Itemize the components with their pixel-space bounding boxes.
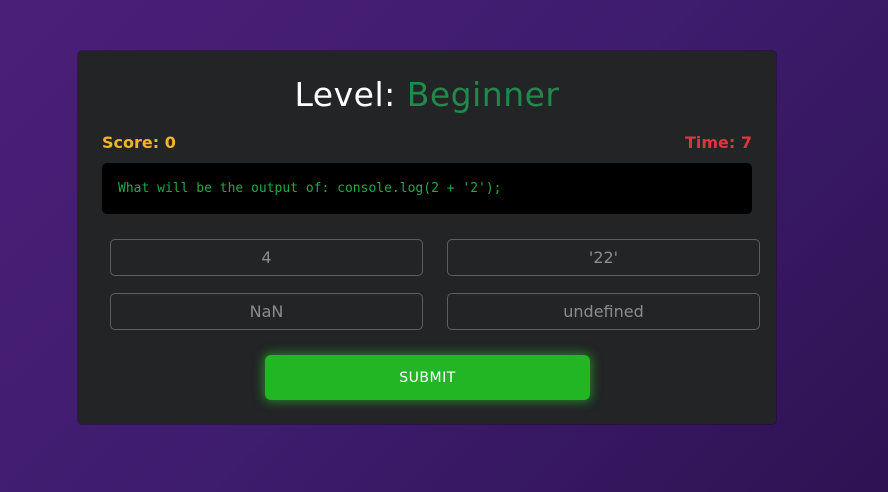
quiz-card: Level: Beginner Score: 0 Time: 7 What wi… [78,51,776,424]
answer-option-button[interactable]: undefined [447,293,760,330]
answer-option-button[interactable]: 4 [110,239,423,276]
level-title: Level: Beginner [78,75,776,115]
score-display: Score: 0 [102,133,176,152]
answer-option-button[interactable]: NaN [110,293,423,330]
question-box: What will be the output of: console.log(… [102,163,752,214]
level-label: Level: [294,75,396,114]
timer-display: Time: 7 [684,133,752,152]
level-value: Beginner [406,75,560,114]
submit-button[interactable]: SUBMIT [265,355,590,400]
answer-option-button[interactable]: '22' [447,239,760,276]
question-text: What will be the output of: console.log(… [118,181,502,196]
